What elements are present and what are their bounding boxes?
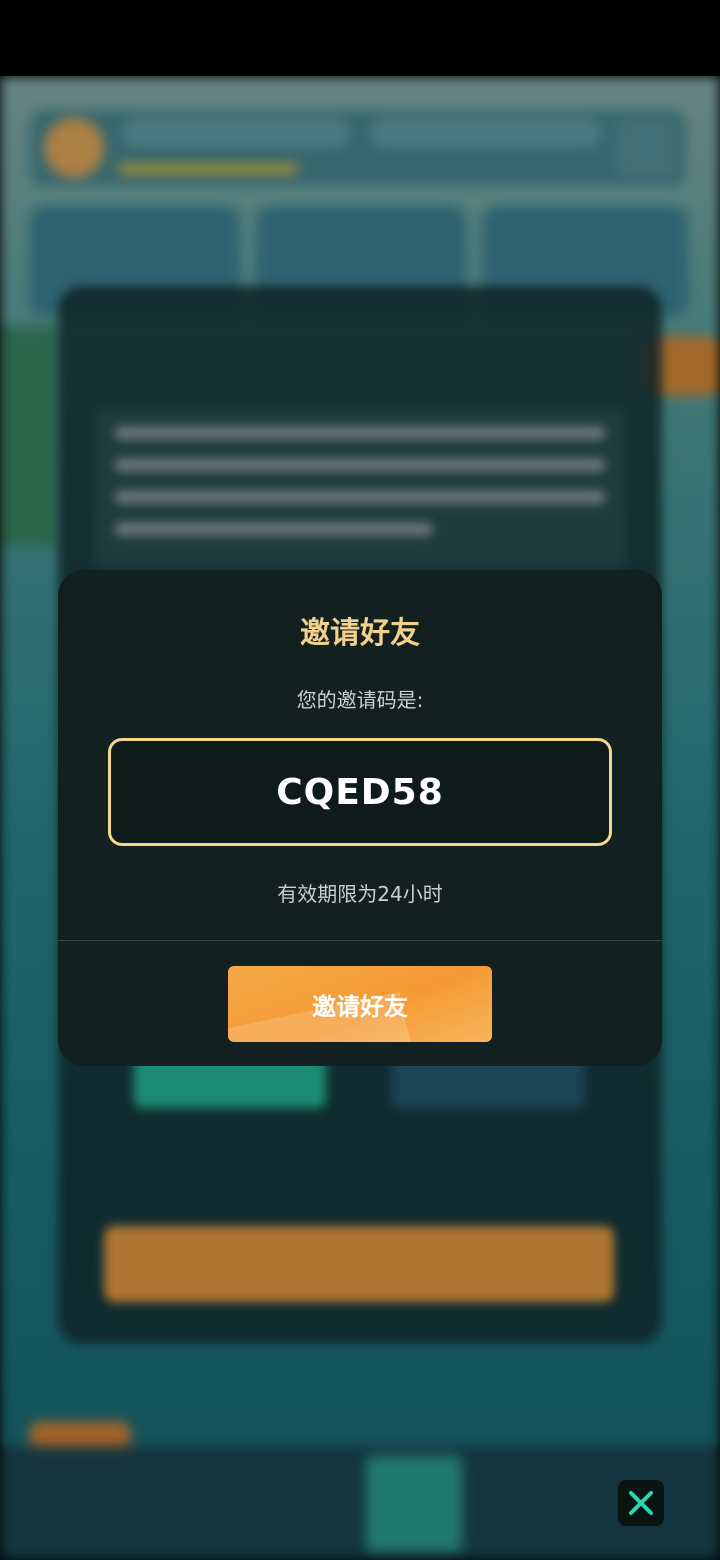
dialog-title: 邀请好友: [300, 616, 420, 651]
invite-code-label: 您的邀请码是:: [296, 688, 424, 712]
close-button[interactable]: [618, 1480, 664, 1526]
validity-text: 有效期限为24小时: [277, 882, 443, 906]
invite-friends-button[interactable]: 邀请好友: [228, 966, 492, 1042]
divider: [58, 940, 662, 941]
close-icon: [629, 1491, 653, 1515]
invite-button-label: 邀请好友: [312, 992, 408, 1021]
invite-code-box[interactable]: CQED58: [108, 738, 612, 846]
screen: 邀请好友 您的邀请码是: CQED58 有效期限为24小时 邀请好友: [0, 0, 720, 1560]
status-bar: [0, 0, 720, 76]
invite-code[interactable]: CQED58: [276, 772, 444, 813]
invite-dialog: 邀请好友 您的邀请码是: CQED58 有效期限为24小时 邀请好友: [58, 570, 662, 1066]
